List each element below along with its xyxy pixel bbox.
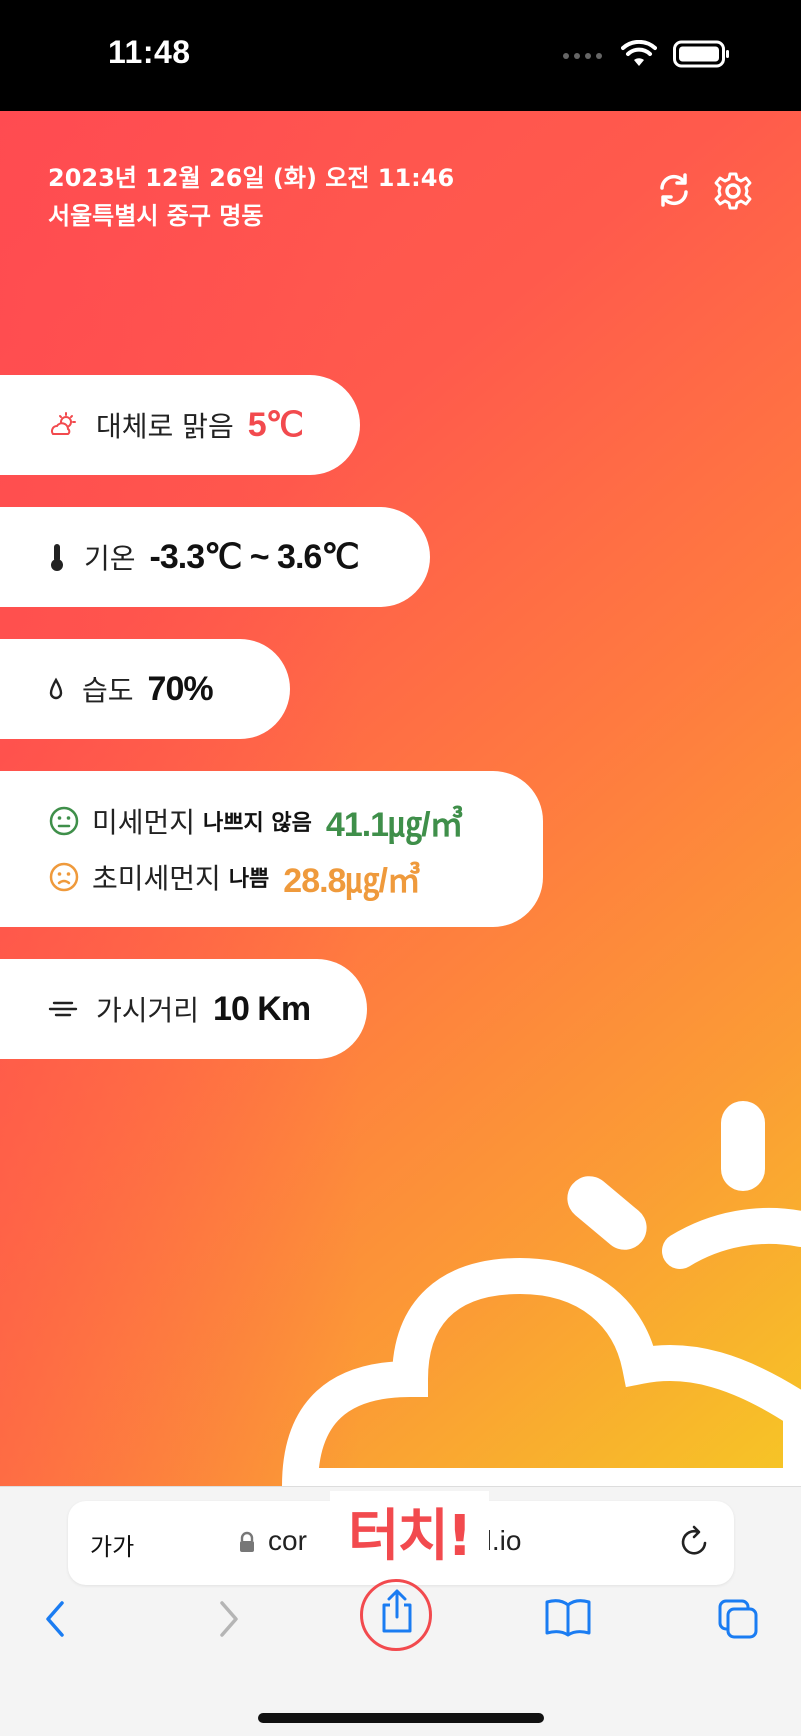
humidity-label: 습도 <box>82 674 134 707</box>
droplet-icon <box>49 677 63 700</box>
visibility-value: 10 Km <box>213 989 311 1028</box>
temp-label: 기온 <box>84 542 136 575</box>
pm10-value: 41.1㎍/㎥ <box>325 805 464 844</box>
reload-icon[interactable] <box>678 1523 712 1559</box>
status-icons <box>561 40 731 68</box>
location: 서울특별시 중구 명동 <box>48 202 264 230</box>
text-size-button[interactable]: 가가 <box>90 1527 134 1562</box>
safari-toolbar <box>0 1579 801 1667</box>
back-icon[interactable] <box>40 1597 70 1641</box>
condition-card: 대체로 맑음 5℃ <box>0 375 360 475</box>
pm10-label: 미세먼지 <box>92 806 196 839</box>
pm25-status: 나쁨 <box>228 867 270 892</box>
header-info: 2023년 12월 26일 (화) 오전 11:46 서울특별시 중구 명동 <box>48 159 454 235</box>
battery-icon <box>673 40 729 68</box>
neutral-face-icon <box>49 806 79 836</box>
settings-icon[interactable] <box>713 171 753 211</box>
tabs-icon[interactable] <box>716 1597 760 1641</box>
share-icon[interactable] <box>378 1587 416 1635</box>
dust-card: 미세먼지 나쁘지 않음 41.1㎍/㎥ 초미세먼지 나쁨 28.8㎍/㎥ <box>0 771 543 927</box>
touch-overlay-label: 터치! <box>330 1491 489 1572</box>
pm25-label: 초미세먼지 <box>92 862 221 895</box>
temp-range: -3.3℃ ~ 3.6℃ <box>149 538 360 576</box>
header-actions <box>655 171 753 211</box>
pm25-value: 28.8㎍/㎥ <box>283 861 421 900</box>
weather-app: 2023년 12월 26일 (화) 오전 11:46 서울특별시 중구 명동 대… <box>0 111 801 1486</box>
visibility-label: 가시거리 <box>96 994 200 1027</box>
humidity-card: 습도 70% <box>0 639 290 739</box>
address-bar[interactable]: 가가 corstud.io 터치! <box>68 1491 734 1585</box>
pm25-row: 초미세먼지 나쁨 28.8㎍/㎥ <box>48 849 421 905</box>
current-temp: 5℃ <box>247 406 304 444</box>
visibility-card: 가시거리 10 Km <box>0 959 367 1059</box>
partly-cloudy-icon <box>51 412 76 435</box>
humidity-value: 70% <box>147 669 214 708</box>
refresh-icon[interactable] <box>655 171 693 209</box>
date-time: 2023년 12월 26일 (화) 오전 11:46 <box>48 164 455 192</box>
fog-icon <box>48 1001 78 1017</box>
forward-icon[interactable] <box>214 1597 244 1641</box>
status-time: 11:48 <box>108 34 191 70</box>
signal-icon <box>563 53 602 59</box>
pm10-status: 나쁘지 않음 <box>203 811 312 836</box>
sad-face-icon <box>49 862 79 892</box>
browser-chrome: 가가 corstud.io 터치! <box>0 1486 801 1736</box>
pm10-row: 미세먼지 나쁘지 않음 41.1㎍/㎥ <box>48 793 464 849</box>
thermometer-icon <box>51 544 63 571</box>
wifi-icon <box>621 40 657 66</box>
bookmarks-icon[interactable] <box>544 1597 592 1637</box>
url-prefix: cor <box>268 1525 307 1556</box>
lock-icon <box>240 1531 254 1552</box>
temperature-card: 기온 -3.3℃ ~ 3.6℃ <box>0 507 430 607</box>
status-bar: 11:48 <box>0 0 801 111</box>
condition-label: 대체로 맑음 <box>96 410 234 443</box>
home-indicator <box>258 1713 544 1723</box>
